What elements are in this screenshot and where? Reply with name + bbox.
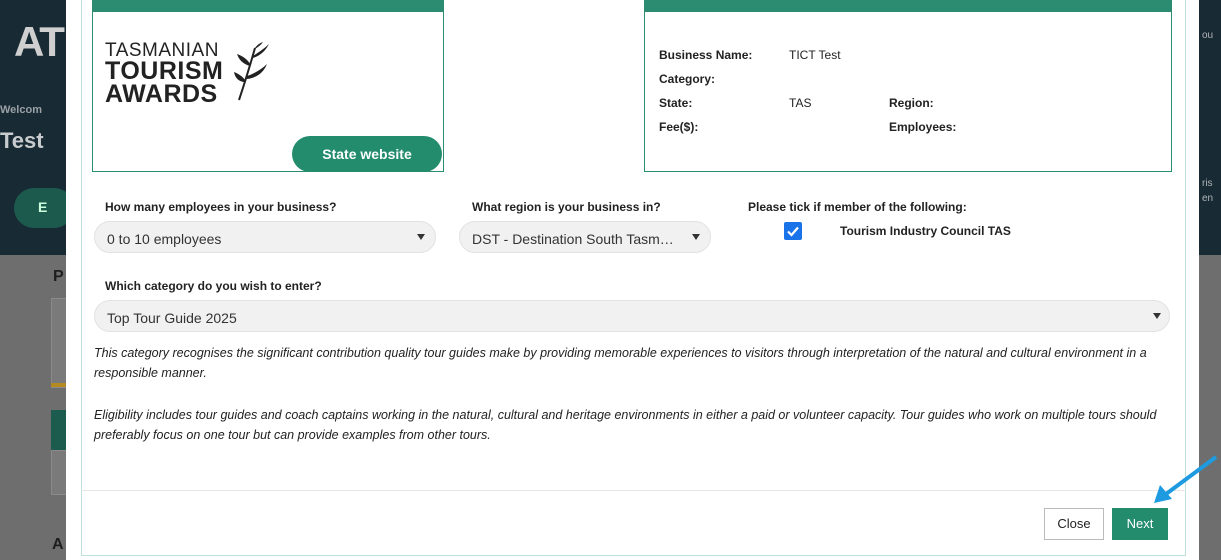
region-question-label: What region is your business in? (472, 200, 661, 214)
business-name-value: TICT Test (789, 48, 841, 62)
background-section-heading: P (53, 268, 64, 285)
employees-select[interactable]: 0 to 10 employees (94, 221, 436, 253)
region-label: Region: (889, 96, 934, 110)
category-eligibility: Eligibility includes tour guides and coa… (94, 408, 1157, 442)
next-button[interactable]: Next (1112, 508, 1168, 540)
business-name-label: Business Name: (659, 48, 753, 62)
logo-line-3: AWARDS (105, 80, 218, 108)
state-value: TAS (789, 96, 812, 110)
tict-member-checkbox[interactable] (784, 222, 802, 240)
fee-label: Fee($): (659, 120, 699, 134)
awards-logo-card: TASMANIAN TOURISM AWARDS State website (92, 0, 444, 172)
business-info-card: Business Name: TICT Test Category: State… (644, 0, 1172, 172)
region-select-value: DST - Destination South Tasm… (472, 231, 674, 247)
category-select[interactable]: Top Tour Guide 2025 (94, 300, 1170, 332)
chevron-down-icon (417, 234, 425, 240)
category-description: This category recognises the significant… (94, 346, 1147, 380)
category-select-value: Top Tour Guide 2025 (107, 310, 237, 326)
entry-modal: TASMANIAN TOURISM AWARDS State website B… (66, 0, 1199, 560)
state-label: State: (659, 96, 693, 110)
employees-select-value: 0 to 10 employees (107, 231, 222, 247)
close-button[interactable]: Close (1044, 508, 1104, 540)
region-select[interactable]: DST - Destination South Tasm… (459, 221, 711, 253)
background-section-heading-2: A (52, 536, 64, 553)
leaf-icon (234, 42, 269, 101)
background-right-text-2: ris en (1202, 178, 1214, 204)
footer-divider (81, 490, 1186, 491)
check-icon (787, 226, 799, 237)
membership-question-label: Please tick if member of the following: (748, 200, 967, 214)
tict-member-label: Tourism Industry Council TAS (840, 224, 1011, 238)
tasmanian-tourism-awards-logo: TASMANIAN TOURISM AWARDS (105, 40, 275, 120)
state-website-button[interactable]: State website (292, 136, 442, 172)
employees-label: Employees: (889, 120, 957, 134)
background-user-name: Test (0, 128, 44, 153)
background-right-text: ou (1202, 30, 1214, 41)
background-logo: AT (14, 18, 65, 65)
chevron-down-icon (692, 234, 700, 240)
edit-icon: E (38, 199, 48, 215)
pointer-arrow-icon (1154, 455, 1218, 503)
employees-question-label: How many employees in your business? (105, 200, 337, 214)
background-welcome-text: Welcom (0, 104, 42, 116)
chevron-down-icon (1153, 313, 1161, 319)
category-label: Category: (659, 72, 716, 86)
background-edit-button: E (14, 188, 74, 228)
category-question-label: Which category do you wish to enter? (105, 279, 322, 293)
